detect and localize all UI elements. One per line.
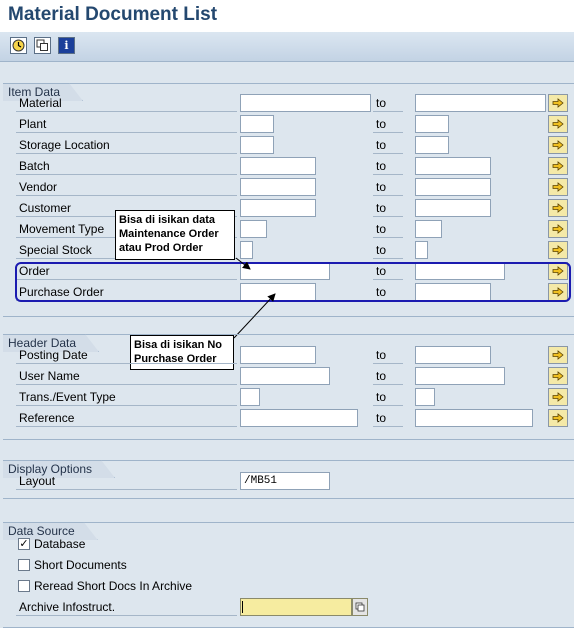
reread-row: Reread Short Docs In Archive xyxy=(16,577,571,595)
short-documents-label: Short Documents xyxy=(34,558,127,572)
order-callout-arrow xyxy=(235,257,251,270)
archive-value-help-button[interactable] xyxy=(352,598,368,616)
reference-high-input[interactable] xyxy=(415,409,533,427)
layout-label: Layout xyxy=(16,472,237,490)
posting-date-high-input[interactable] xyxy=(415,346,491,364)
reference-low-input[interactable] xyxy=(240,409,358,427)
arrow-right-icon xyxy=(552,413,564,423)
value-help-icon xyxy=(355,602,365,612)
trans-event-type-multiple-selection-button[interactable] xyxy=(548,388,568,406)
posting-date-label: Posting Date xyxy=(16,346,237,364)
archive-infostruct-row: Archive Infostruct. xyxy=(16,598,571,616)
user-name-low-input[interactable] xyxy=(240,367,330,385)
user-name-row: User Name to xyxy=(16,367,571,385)
posting-date-row: Posting Date to xyxy=(16,346,571,364)
order-callout-note: Bisa di isikan data Maintenance Order at… xyxy=(115,210,235,260)
database-row: ✓ Database xyxy=(16,535,571,553)
po-callout-arrow xyxy=(233,293,276,339)
user-name-multiple-selection-button[interactable] xyxy=(548,367,568,385)
arrow-right-icon xyxy=(552,350,564,360)
database-label: Database xyxy=(34,537,86,551)
arrow-right-icon xyxy=(552,371,564,381)
user-name-to-label: to xyxy=(373,367,403,385)
arrow-right-icon xyxy=(552,392,564,402)
user-name-high-input[interactable] xyxy=(415,367,505,385)
reread-label: Reread Short Docs In Archive xyxy=(34,579,193,593)
reference-multiple-selection-button[interactable] xyxy=(548,409,568,427)
reference-to-label: to xyxy=(373,409,403,427)
trans-event-type-high-input[interactable] xyxy=(415,388,435,406)
text-cursor xyxy=(242,601,243,613)
posting-date-multiple-selection-button[interactable] xyxy=(548,346,568,364)
callout-line: atau Prod Order xyxy=(119,242,203,254)
callout-line: Bisa di isikan data xyxy=(119,214,215,226)
trans-event-type-row: Trans./Event Type to xyxy=(16,388,571,406)
database-checkbox[interactable]: ✓ xyxy=(18,538,30,550)
archive-infostruct-input[interactable] xyxy=(240,598,352,616)
short-documents-row: Short Documents xyxy=(16,556,571,574)
layout-row: Layout /MB51 xyxy=(16,472,571,490)
posting-date-low-input[interactable] xyxy=(240,346,316,364)
callout-line: Maintenance Order xyxy=(119,228,219,240)
trans-event-type-label: Trans./Event Type xyxy=(16,388,237,406)
user-name-label: User Name xyxy=(16,367,237,385)
reference-label: Reference xyxy=(16,409,237,427)
trans-event-type-to-label: to xyxy=(373,388,403,406)
short-documents-checkbox[interactable] xyxy=(18,559,30,571)
reference-row: Reference to xyxy=(16,409,571,427)
posting-date-to-label: to xyxy=(373,346,403,364)
archive-infostruct-label: Archive Infostruct. xyxy=(16,598,237,616)
reread-checkbox[interactable] xyxy=(18,580,30,592)
trans-event-type-low-input[interactable] xyxy=(240,388,260,406)
layout-input[interactable]: /MB51 xyxy=(240,472,330,490)
